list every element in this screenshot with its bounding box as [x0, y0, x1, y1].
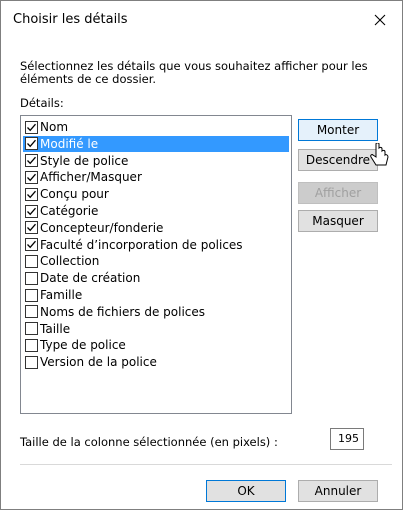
- checkbox[interactable]: [25, 187, 38, 201]
- instruction-text: Sélectionnez les détails que vous souhai…: [20, 59, 368, 86]
- checkbox[interactable]: [25, 204, 38, 218]
- list-item-label: Version de la police: [40, 355, 157, 370]
- list-item-label: Nom: [40, 120, 69, 134]
- mouse-cursor-icon: [370, 143, 389, 166]
- list-item[interactable]: Conçu pour: [23, 186, 289, 202]
- checkmark-icon: [27, 190, 36, 198]
- list-item[interactable]: Catégorie: [23, 203, 289, 219]
- checkbox[interactable]: [25, 120, 38, 134]
- checkmark-icon: [27, 224, 36, 232]
- title-bar: Choisir les détails: [1, 1, 402, 39]
- checkbox[interactable]: [25, 355, 38, 369]
- checkmark-icon: [27, 156, 36, 165]
- column-width-input[interactable]: 195: [330, 428, 364, 450]
- checkbox[interactable]: [25, 254, 38, 268]
- show-button[interactable]: Afficher: [298, 182, 378, 204]
- list-item-label: Modifié le: [40, 136, 99, 151]
- list-item[interactable]: Taille: [23, 321, 289, 337]
- list-item[interactable]: Noms de fichiers de polices: [23, 304, 289, 320]
- checkmark-icon: [27, 207, 36, 215]
- separator: [20, 464, 392, 465]
- list-item[interactable]: Date de création: [23, 270, 289, 286]
- details-label: Détails:: [20, 96, 64, 110]
- checkmark-icon: [27, 173, 36, 182]
- cancel-button[interactable]: Annuler: [298, 480, 378, 502]
- checkbox[interactable]: [25, 338, 38, 352]
- list-item[interactable]: Concepteur/fonderie: [23, 220, 289, 236]
- checkmark-icon: [27, 123, 36, 131]
- details-listbox[interactable]: Nom Modifié le Style de police Afficher/Mas…: [20, 115, 292, 414]
- close-icon: [374, 14, 386, 26]
- list-item[interactable]: Style de police: [23, 153, 289, 169]
- list-item[interactable]: Nom: [23, 119, 289, 135]
- checkbox[interactable]: [25, 221, 38, 235]
- ok-button[interactable]: OK: [206, 480, 286, 502]
- checkbox[interactable]: [25, 154, 38, 168]
- list-item-label: Type de police: [40, 338, 126, 353]
- move-up-button[interactable]: Monter: [298, 119, 378, 141]
- list-item[interactable]: Type de police: [23, 337, 289, 353]
- list-item-label: Famille: [40, 288, 83, 302]
- checkbox[interactable]: [25, 305, 38, 319]
- checkbox[interactable]: [25, 238, 38, 252]
- list-item[interactable]: Famille: [23, 287, 289, 303]
- hide-button[interactable]: Masquer: [298, 210, 378, 232]
- list-item-label: Noms de fichiers de polices: [40, 304, 206, 319]
- checkbox[interactable]: [25, 288, 38, 302]
- list-item[interactable]: Faculté d’incorporation de polices: [23, 237, 289, 253]
- list-item-label: Date de création: [40, 271, 141, 286]
- list-item[interactable]: Afficher/Masquer: [23, 169, 289, 185]
- list-item-label: Concepteur/fonderie: [40, 220, 164, 235]
- list-item-label: Faculté d’incorporation de polices: [40, 237, 243, 252]
- choose-details-dialog: Choisir les détails Sélectionnez les dét…: [0, 0, 403, 510]
- close-button[interactable]: [358, 1, 402, 39]
- list-item-label: Collection: [40, 254, 100, 269]
- checkbox[interactable]: [25, 271, 38, 285]
- list-item[interactable]: Collection: [23, 253, 289, 269]
- move-down-button[interactable]: Descendre: [298, 149, 378, 171]
- dialog-title: Choisir les détails: [13, 12, 128, 27]
- list-item[interactable]: Version de la police: [23, 354, 289, 370]
- list-item-label: Conçu pour: [40, 187, 109, 202]
- list-item-label: Taille: [40, 321, 71, 336]
- list-item-label: Catégorie: [40, 204, 99, 218]
- list-item-label: Afficher/Masquer: [40, 170, 142, 185]
- checkbox[interactable]: [25, 322, 38, 336]
- list-item[interactable]: Modifié le: [23, 135, 289, 152]
- list-item-label: Style de police: [40, 153, 129, 168]
- column-width-label: Taille de la colonne sélectionnée (en pi…: [20, 435, 278, 449]
- checkbox[interactable]: [25, 170, 38, 184]
- checkbox[interactable]: [25, 137, 38, 151]
- checkmark-icon: [27, 140, 36, 148]
- checkmark-icon: [27, 240, 36, 249]
